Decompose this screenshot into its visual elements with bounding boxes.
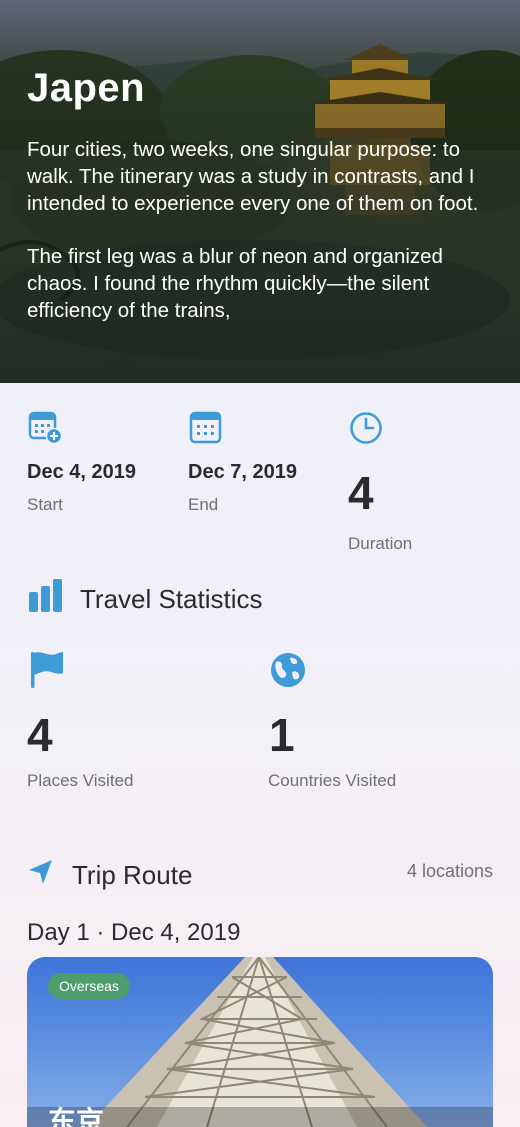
calendar-icon <box>189 411 222 444</box>
statistics-title: Travel Statistics <box>80 584 263 614</box>
start-date: Dec 4, 2019 <box>27 461 136 483</box>
trip-description: Four cities, two weeks, one singular pur… <box>27 136 497 324</box>
clock-icon <box>350 412 382 444</box>
locations-count: 4 locations <box>406 861 493 881</box>
countries-visited-label: Countries Visited <box>268 771 397 790</box>
day-header: Day 1 · Dec 4, 2019 <box>27 919 241 946</box>
bar-chart-icon <box>29 579 62 612</box>
duration-label: Duration <box>348 534 413 553</box>
countries-visited-value: 1 <box>269 709 295 761</box>
places-visited-label: Places Visited <box>27 771 134 790</box>
globe-icon <box>271 653 305 687</box>
hero-banner: Japen Four cities, two weeks, one singul… <box>0 0 520 383</box>
trip-title: Japen <box>27 66 146 110</box>
location-arrow-icon <box>29 860 52 884</box>
flag-icon <box>31 652 63 688</box>
description-paragraph: Four cities, two weeks, one singular pur… <box>27 138 479 215</box>
calendar-add-icon <box>28 411 62 444</box>
end-label: End <box>188 495 219 514</box>
location-title: 东京 <box>48 1106 105 1127</box>
route-location-card[interactable]: Overseas 东京 <box>27 957 493 1127</box>
overseas-badge: Overseas <box>48 973 130 999</box>
places-visited-value: 4 <box>27 709 53 761</box>
start-label: Start <box>27 495 63 514</box>
trip-route-title: Trip Route <box>72 860 193 890</box>
description-paragraph: The first leg was a blur of neon and org… <box>27 245 443 322</box>
end-date: Dec 7, 2019 <box>188 461 297 483</box>
duration-value: 4 <box>348 467 374 519</box>
